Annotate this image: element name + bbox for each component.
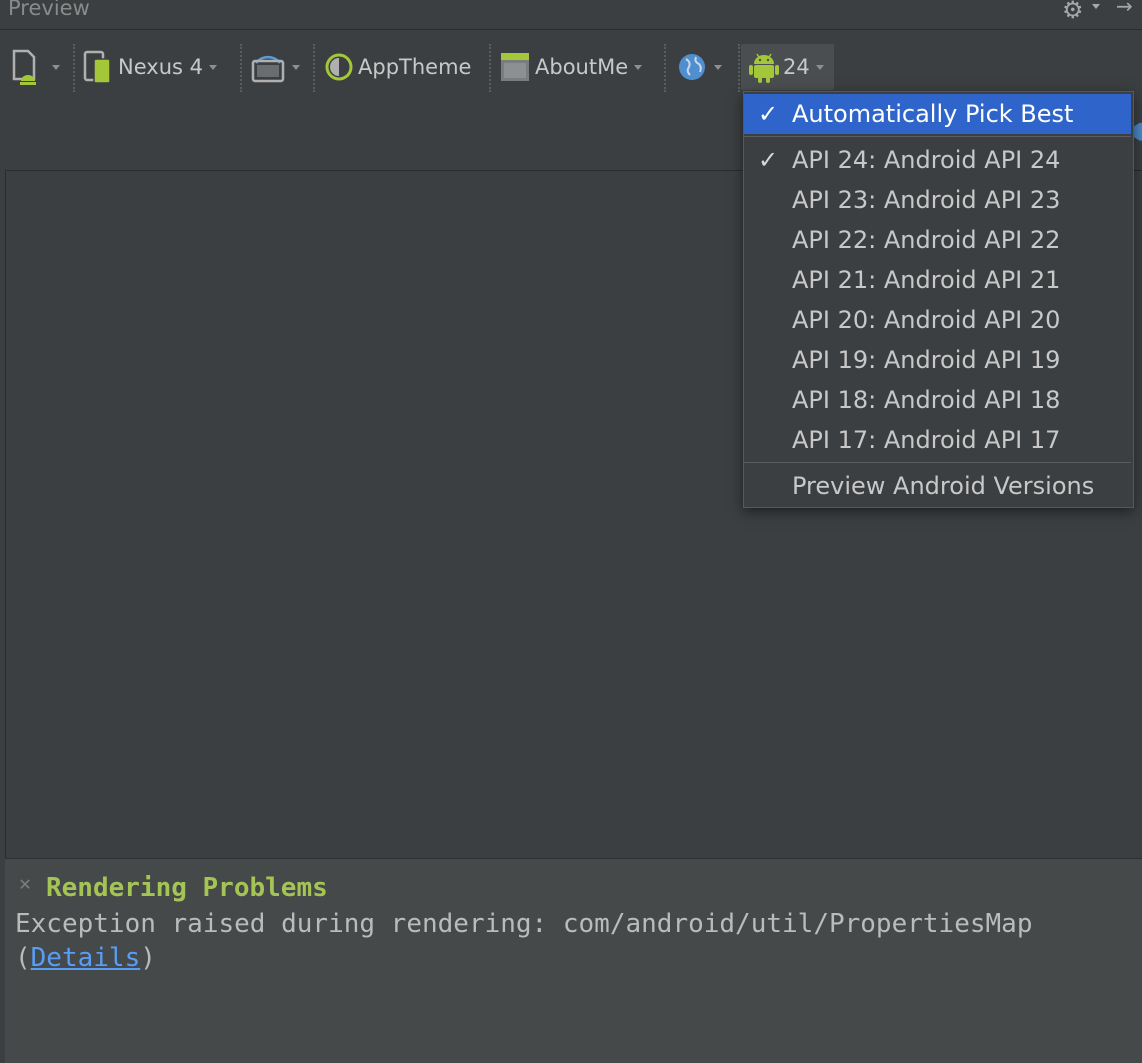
details-link[interactable]: Details bbox=[31, 943, 141, 973]
menu-item-api-21[interactable]: API 21: Android API 21 bbox=[744, 260, 1131, 300]
menu-separator bbox=[744, 136, 1131, 137]
activity-label: AboutMe bbox=[535, 55, 629, 79]
activity-selector[interactable]: AboutMe bbox=[499, 44, 643, 90]
menu-item-label: API 20: Android API 20 bbox=[792, 306, 1061, 334]
android-icon bbox=[749, 53, 779, 83]
chevron-down-icon bbox=[52, 64, 60, 70]
chevron-down-icon bbox=[714, 64, 722, 70]
menu-item-api-23[interactable]: API 23: Android API 23 bbox=[744, 180, 1131, 220]
api-level-menu: ✓ Automatically Pick Best ✓ API 24: Andr… bbox=[743, 91, 1134, 508]
checkmark-icon: ✓ bbox=[757, 146, 779, 174]
chevron-down-icon bbox=[634, 64, 643, 70]
theme-selector[interactable]: AppTheme bbox=[324, 44, 471, 90]
toolbar-separator bbox=[313, 44, 315, 92]
device-icon bbox=[83, 50, 111, 84]
hide-panel-icon[interactable]: → bbox=[1116, 0, 1133, 18]
menu-item-preview-versions[interactable]: Preview Android Versions bbox=[744, 466, 1131, 506]
toolbar-separator bbox=[664, 44, 666, 92]
menu-item-label: API 24: Android API 24 bbox=[792, 146, 1061, 174]
device-label: Nexus 4 bbox=[118, 55, 203, 79]
api-level-selector[interactable]: 24 bbox=[741, 44, 834, 90]
close-paren: ) bbox=[140, 943, 156, 973]
open-paren: ( bbox=[15, 943, 31, 973]
menu-item-label: Preview Android Versions bbox=[792, 472, 1095, 500]
menu-item-api-22[interactable]: API 22: Android API 22 bbox=[744, 220, 1131, 260]
menu-item-label: Automatically Pick Best bbox=[792, 100, 1074, 128]
panel-titlebar: Preview ⚙ → bbox=[0, 0, 1142, 30]
menu-item-label: API 19: Android API 19 bbox=[792, 346, 1061, 374]
chevron-down-icon bbox=[292, 64, 300, 70]
device-selector[interactable]: Nexus 4 bbox=[82, 44, 217, 90]
chevron-down-icon[interactable] bbox=[1092, 4, 1100, 9]
menu-item-label: API 23: Android API 23 bbox=[792, 186, 1061, 214]
menu-item-label: API 22: Android API 22 bbox=[792, 226, 1061, 254]
theme-icon bbox=[325, 53, 353, 81]
menu-item-api-24[interactable]: ✓ API 24: Android API 24 bbox=[744, 140, 1131, 180]
toolbar-separator bbox=[738, 44, 740, 92]
gear-icon[interactable]: ⚙ bbox=[1062, 0, 1084, 24]
menu-item-label: API 17: Android API 17 bbox=[792, 426, 1061, 454]
menu-separator bbox=[744, 462, 1131, 463]
menu-item-label: API 21: Android API 21 bbox=[792, 266, 1061, 294]
menu-item-label: API 18: Android API 18 bbox=[792, 386, 1061, 414]
orientation-icon bbox=[251, 55, 285, 83]
problems-message: Exception raised during rendering: com/a… bbox=[15, 909, 1033, 939]
problems-title: Rendering Problems bbox=[46, 873, 328, 903]
design-surface-icon bbox=[12, 49, 36, 85]
menu-item-api-18[interactable]: API 18: Android API 18 bbox=[744, 380, 1131, 420]
rendering-problems-panel: ✕ Rendering Problems Exception raised du… bbox=[5, 858, 1142, 1063]
globe-icon bbox=[679, 54, 705, 80]
menu-item-api-17[interactable]: API 17: Android API 17 bbox=[744, 420, 1131, 460]
problems-message-block: Exception raised during rendering: com/a… bbox=[15, 907, 1032, 975]
chevron-down-icon bbox=[208, 64, 217, 70]
close-icon[interactable]: ✕ bbox=[19, 871, 31, 895]
chevron-down-icon bbox=[815, 64, 824, 70]
api-level-label: 24 bbox=[783, 55, 810, 79]
orientation-selector[interactable] bbox=[250, 44, 300, 90]
activity-icon bbox=[501, 53, 529, 81]
menu-item-api-20[interactable]: API 20: Android API 20 bbox=[744, 300, 1131, 340]
design-surface-button[interactable] bbox=[10, 44, 60, 90]
locale-selector[interactable] bbox=[676, 44, 722, 90]
toolbar-separator bbox=[489, 44, 491, 92]
toolbar-separator bbox=[240, 44, 242, 92]
menu-item-auto-pick[interactable]: ✓ Automatically Pick Best bbox=[744, 94, 1131, 134]
checkmark-icon: ✓ bbox=[757, 100, 779, 128]
panel-title: Preview bbox=[8, 0, 90, 20]
menu-item-api-19[interactable]: API 19: Android API 19 bbox=[744, 340, 1131, 380]
theme-label: AppTheme bbox=[358, 55, 472, 79]
toolbar-separator bbox=[73, 44, 75, 92]
